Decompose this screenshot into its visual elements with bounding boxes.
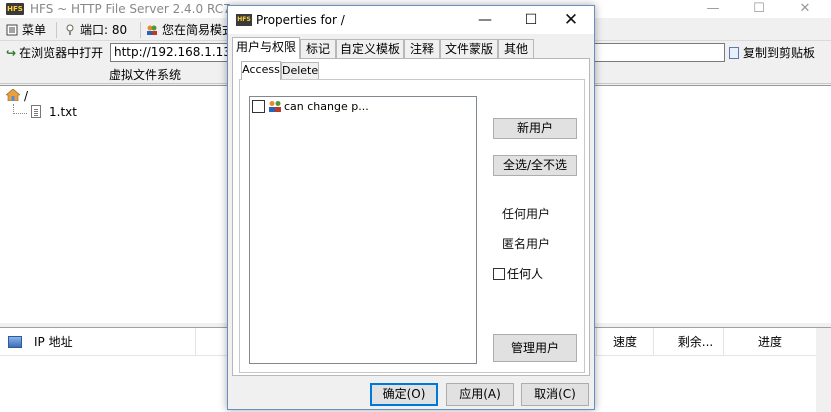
port-icon [64,23,76,35]
apply-button[interactable]: 应用(A) [446,383,514,406]
hfs-app-icon: HFS [6,3,24,15]
hfs-app-icon: HFS [236,14,252,26]
vertical-scrollbar[interactable] [816,328,831,412]
tab-flags[interactable]: 标记 [300,39,336,58]
subtab-delete[interactable]: Delete [281,62,319,79]
open-in-browser-button[interactable]: ↪ 在浏览器中打开 [6,44,103,62]
anyone-label: 任何人 [507,267,544,281]
column-remaining[interactable]: 剩余... [668,328,724,356]
column-progress[interactable]: 进度 [724,328,816,356]
tab-custom-template[interactable]: 自定义模板 [336,39,404,58]
manage-users-button[interactable]: 管理用户 [493,334,577,362]
menu-button[interactable]: 菜单 [6,21,46,39]
file-name: 1.txt [49,105,77,119]
users-icon [146,23,158,35]
root-label: / [24,89,29,103]
tree-file-item[interactable]: 1.txt [31,104,77,120]
tab-panel-users-permissions: Access Delete can change p... 新用户 全选/全不选… [232,58,590,376]
dialog-titlebar: HFS Properties for / — ☐ ✕ [228,6,594,34]
close-button[interactable]: ✕ [782,0,828,18]
permission-list[interactable]: can change p... [249,96,477,364]
open-arrow-icon: ↪ [6,46,17,60]
toolbar-divider [56,22,57,38]
tab-other[interactable]: 其他 [498,39,534,58]
column-speed[interactable]: 速度 [596,328,654,356]
port-button[interactable]: 端口: 80 [64,21,127,39]
users-icon [268,100,282,112]
menu-icon [6,23,18,36]
cancel-button[interactable]: 取消(C) [521,383,589,406]
permission-label: can change p... [284,100,369,113]
column-ip[interactable]: IP 地址 [0,328,196,356]
mode-label: 您在简易模式 [162,23,235,37]
minimize-button[interactable]: — [690,0,736,18]
permission-checkbox[interactable] [252,100,265,113]
new-user-button[interactable]: 新用户 [493,118,577,139]
anyone-checkbox[interactable] [493,268,505,280]
list-item[interactable]: can change p... [252,99,369,115]
open-in-browser-label: 在浏览器中打开 [19,46,104,60]
select-all-none-button[interactable]: 全选/全不选 [493,155,577,176]
access-panel: can change p... 新用户 全选/全不选 任何用户 匿名用户 任何人… [239,79,585,373]
column-ip-label: IP 地址 [34,335,73,349]
tab-file-masks[interactable]: 文件蒙版 [440,39,498,58]
tab-users-permissions[interactable]: 用户与权限 [232,37,300,59]
toolbar-divider [140,22,141,38]
home-icon [5,88,21,102]
tree-connector [13,113,27,114]
anyone-option[interactable]: 任何人 [493,266,543,282]
properties-dialog: HFS Properties for / — ☐ ✕ 用户与权限 标记 自定义模… [227,5,595,410]
mode-button[interactable]: 您在简易模式 [146,21,234,39]
dialog-title: Properties for / [256,13,345,27]
ok-button[interactable]: 确定(O) [370,383,438,406]
copy-label: 复制到剪贴板 [743,46,816,60]
maximize-button[interactable]: ☐ [736,0,782,18]
dialog-minimize-button[interactable]: — [462,6,508,34]
anonymous-option[interactable]: 匿名用户 [502,236,550,252]
text-file-icon [31,105,41,118]
subtab-access[interactable]: Access [241,61,281,80]
copy-to-clipboard-button[interactable]: 复制到剪贴板 [729,44,815,62]
dialog-close-button[interactable]: ✕ [548,6,594,34]
network-icon [8,336,22,348]
copy-icon [729,47,739,59]
window-title: HFS ~ HTTP File Server 2.4.0 RC7 [30,2,231,16]
any-account-option[interactable]: 任何用户 [502,206,550,222]
tab-comment[interactable]: 注释 [404,39,440,58]
port-label: 端口: 80 [80,23,128,37]
tree-root-item[interactable]: / [5,88,29,104]
menu-label: 菜单 [22,23,47,37]
